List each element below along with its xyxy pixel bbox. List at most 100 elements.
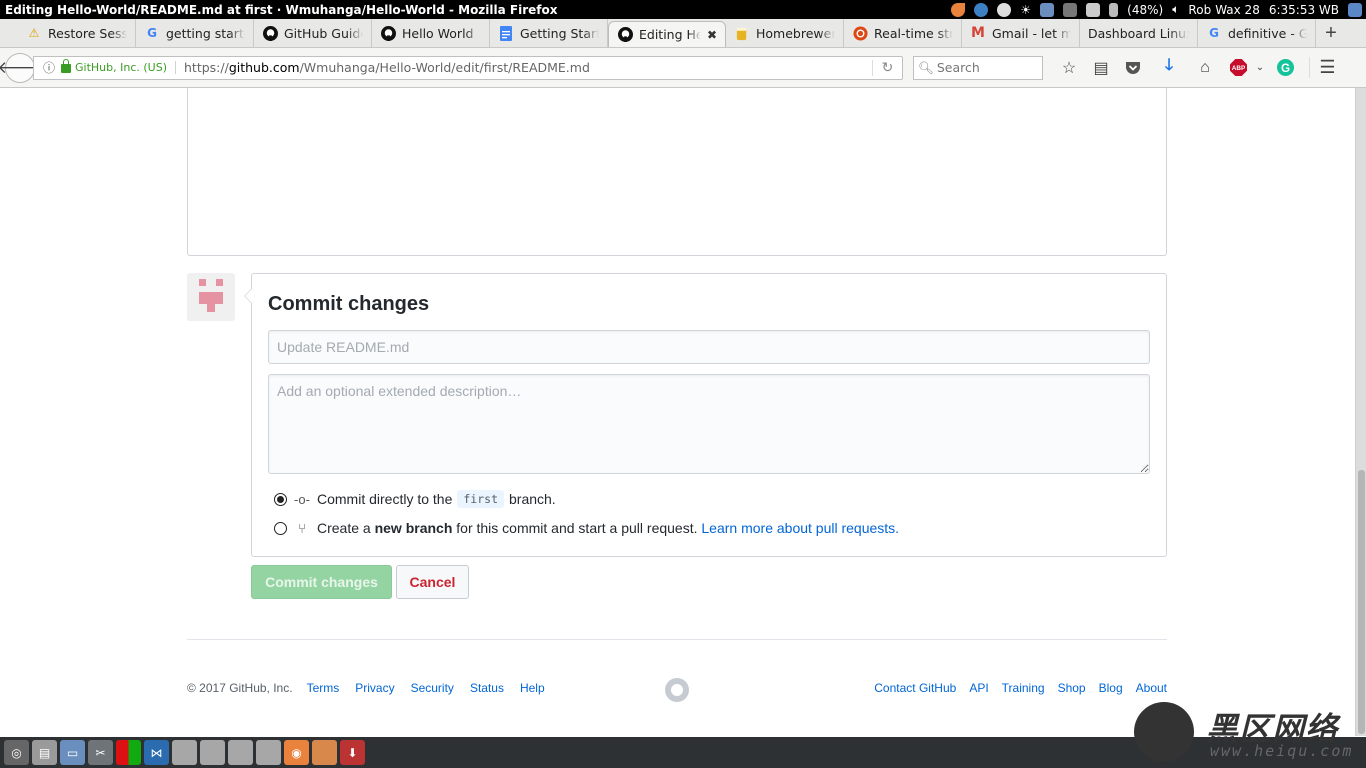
tab-editing-hello-world[interactable]: Editing Hello-World ✖ [608, 21, 726, 47]
scrollbar-thumb[interactable] [1358, 470, 1365, 734]
commit-changes-button[interactable]: Commit changes [251, 565, 392, 599]
new-branch-radio[interactable] [274, 521, 287, 535]
cancel-button[interactable]: Cancel [396, 565, 469, 599]
settings-tools-icon[interactable]: ✂ [88, 740, 113, 765]
footer-link-training[interactable]: Training [1002, 681, 1045, 695]
chevron-down-icon[interactable]: ⌄ [1253, 62, 1267, 73]
lock-icon[interactable] [61, 59, 71, 73]
tab-getting-started-docs[interactable]: Getting Started [490, 19, 608, 47]
close-tab-icon[interactable]: ✖ [707, 28, 717, 42]
tab-label: GitHub Guides [284, 25, 363, 41]
tab-bar: ⚠ Restore Session G getting started GitH… [0, 19, 1366, 48]
app-orange-icon[interactable] [312, 740, 337, 765]
commit-description-textarea[interactable] [268, 374, 1150, 474]
branch-name: first [457, 490, 504, 508]
installer-icon[interactable]: ⬇ [340, 740, 365, 765]
tab-homebrewer[interactable]: Homebrewer [726, 19, 844, 47]
mail-icon[interactable] [1086, 2, 1101, 17]
footer-link-security[interactable]: Security [411, 681, 454, 695]
svg-text:ABP: ABP [1231, 65, 1245, 72]
git-pull-request-icon: ⑂ [298, 520, 306, 536]
option-direct-suffix: branch. [509, 491, 556, 507]
tab-github-guides[interactable]: GitHub Guides [254, 19, 372, 47]
tab-dashboard-linux[interactable]: Dashboard Linux [1080, 19, 1198, 47]
gmail-icon: M [971, 25, 985, 41]
footer-link-status[interactable]: Status [470, 681, 504, 695]
file-cabinet-icon[interactable]: ▤ [32, 740, 57, 765]
search-box[interactable]: 🔍︎ Search [913, 55, 1043, 80]
reading-list-icon[interactable]: ▤ [1087, 58, 1115, 78]
option-new-bold: new branch [374, 520, 453, 536]
svg-text:G: G [1280, 62, 1289, 75]
grammarly-icon[interactable]: G [1267, 59, 1303, 76]
vpn-icon[interactable] [997, 2, 1012, 17]
color-apps-icon[interactable] [116, 740, 141, 765]
drive-icon[interactable] [228, 740, 253, 765]
footer-link-shop[interactable]: Shop [1058, 681, 1086, 695]
footer-link-terms[interactable]: Terms [307, 681, 340, 695]
user-name[interactable]: Rob [1188, 3, 1211, 17]
footer-link-api[interactable]: API [969, 681, 988, 695]
adblock-icon[interactable]: ABP [1223, 59, 1253, 76]
info-icon[interactable]: ⓘ [40, 59, 58, 76]
option-new-branch[interactable]: ⑂ Create a new branch for this commit an… [274, 520, 899, 536]
learn-more-pull-requests-link[interactable]: Learn more about pull requests. [701, 520, 899, 536]
url-text[interactable]: https://github.com/Wmuhanga/Hello-World/… [176, 60, 872, 75]
app-indicator-icon[interactable] [951, 2, 966, 17]
ubuntu-menu-icon[interactable]: ◎ [4, 740, 29, 765]
github-icon [380, 25, 396, 41]
tab-getting-started-google[interactable]: G getting started [136, 19, 254, 47]
document-editor-icon[interactable]: ▭ [60, 740, 85, 765]
window-title: Editing Hello-World/README.md at first ·… [5, 2, 558, 17]
new-tab-button[interactable]: + [1316, 19, 1346, 47]
reload-icon[interactable]: ↻ [872, 59, 902, 76]
commit-directly-radio[interactable] [274, 492, 287, 506]
clock[interactable]: 6:35:53 WB [1269, 3, 1339, 17]
footer-link-help[interactable]: Help [520, 681, 545, 695]
vscode-icon[interactable]: ⋈ [144, 740, 169, 765]
copyright: © 2017 GitHub, Inc. [187, 681, 293, 695]
footer-link-privacy[interactable]: Privacy [355, 681, 394, 695]
warning-icon: ⚠ [28, 26, 40, 40]
battery-icon[interactable] [1109, 2, 1119, 17]
page-scrollbar[interactable] [1355, 88, 1366, 736]
home-icon[interactable]: ⌂ [1187, 59, 1223, 77]
footer-link-about[interactable]: About [1136, 681, 1167, 695]
pocket-icon[interactable] [1115, 61, 1151, 75]
url-bar[interactable]: ⓘ GitHub, Inc. (US) https://github.com/W… [33, 55, 903, 80]
brightness-icon[interactable]: ☀ [1020, 3, 1031, 17]
volume-icon[interactable]: 🔈︎ [1172, 2, 1179, 17]
keyboard-layout-icon[interactable] [1063, 2, 1078, 17]
footer-link-contact[interactable]: Contact GitHub [874, 681, 956, 695]
ubuntu-icon [852, 25, 868, 41]
tab-definitive-google[interactable]: G definitive - Google [1198, 19, 1316, 47]
search-icon: 🔍︎ [918, 59, 934, 75]
tab-label: Hello World [402, 25, 474, 41]
option-direct-prefix: Commit directly to the [317, 491, 453, 507]
chat-icon[interactable] [1040, 2, 1055, 17]
bookmark-star-icon[interactable]: ☆ [1051, 58, 1087, 78]
commit-summary-input[interactable] [268, 330, 1150, 364]
github-icon [617, 27, 633, 43]
sync-icon[interactable] [974, 2, 989, 17]
file-editor[interactable] [187, 88, 1167, 256]
session-icon[interactable] [1348, 2, 1362, 17]
tab-gmail[interactable]: M Gmail - let me [962, 19, 1080, 47]
hamburger-menu-icon[interactable]: ☰ [1309, 57, 1345, 78]
github-icon [262, 25, 278, 41]
avatar[interactable] [187, 273, 235, 321]
drive-icon[interactable] [200, 740, 225, 765]
tab-label: Restore Session [48, 25, 127, 41]
option-commit-directly[interactable]: -o- Commit directly to the first branch. [274, 490, 556, 508]
firefox-icon[interactable]: ◉ [284, 740, 309, 765]
site-identity[interactable]: GitHub, Inc. (US) [75, 61, 176, 74]
back-button[interactable]: 🡐 [0, 52, 43, 83]
date: Wax 28 [1215, 2, 1260, 17]
tab-restore-session[interactable]: ⚠ Restore Session [18, 19, 136, 47]
drive-icon[interactable] [256, 740, 281, 765]
tab-hello-world[interactable]: Hello World [372, 19, 490, 47]
download-icon[interactable]: 🡓 [1151, 54, 1187, 81]
footer-link-blog[interactable]: Blog [1099, 681, 1123, 695]
tab-real-time-stream[interactable]: Real-time stream [844, 19, 962, 47]
drive-icon[interactable] [172, 740, 197, 765]
